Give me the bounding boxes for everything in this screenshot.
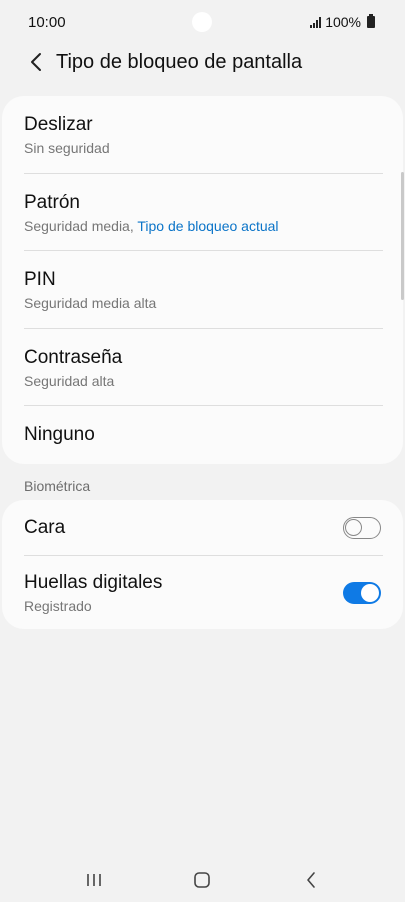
fingerprint-toggle[interactable]	[343, 581, 381, 604]
lock-option-subtitle-text: Seguridad media,	[24, 217, 138, 234]
biometric-item-fingerprint[interactable]: Huellas digitales Registrado	[2, 556, 403, 629]
lock-option-contrasena[interactable]: Contraseña Seguridad alta	[2, 329, 403, 407]
lock-option-title: Deslizar	[24, 114, 93, 136]
camera-cutout	[192, 12, 212, 32]
status-time: 10:00	[28, 13, 66, 31]
biometric-text: Cara	[24, 516, 65, 540]
page-title: Tipo de bloqueo de pantalla	[56, 50, 303, 73]
lock-option-subtitle: Sin seguridad	[24, 140, 110, 157]
lock-option-patron[interactable]: Patrón Seguridad media, Tipo de bloqueo …	[2, 174, 403, 252]
lock-option-subtitle: Seguridad media alta	[24, 295, 157, 312]
recents-icon	[87, 874, 101, 886]
toggle-knob	[361, 583, 379, 602]
biometric-subtitle: Registrado	[24, 598, 92, 614]
back-button[interactable]	[16, 44, 56, 80]
battery-icon	[367, 14, 375, 28]
biometric-item-face[interactable]: Cara	[2, 500, 403, 556]
lock-option-title: PIN	[24, 269, 56, 291]
home-icon	[194, 872, 211, 888]
nav-back-button[interactable]	[281, 862, 341, 898]
biometric-text: Huellas digitales Registrado	[24, 571, 162, 614]
biometrics-list: Cara Huellas digitales Registrado	[2, 500, 403, 629]
back-icon	[307, 872, 315, 888]
lock-option-title: Contraseña	[24, 346, 123, 368]
lock-option-pin[interactable]: PIN Seguridad media alta	[2, 251, 403, 329]
chevron-left-icon	[31, 53, 41, 71]
lock-option-ninguno[interactable]: Ninguno	[2, 406, 403, 464]
recents-button[interactable]	[64, 862, 124, 898]
section-header-biometrics: Biométrica	[24, 478, 91, 494]
home-button[interactable]	[172, 862, 232, 898]
lock-option-title: Ninguno	[24, 424, 95, 445]
toggle-knob	[345, 519, 362, 536]
lock-type-list: Deslizar Sin seguridad Patrón Seguridad …	[2, 96, 403, 464]
biometric-title: Huellas digitales	[24, 572, 163, 593]
lock-option-subtitle: Seguridad alta	[24, 372, 115, 389]
scrollbar[interactable]	[401, 172, 404, 300]
face-toggle[interactable]	[343, 517, 381, 539]
current-lock-label: Tipo de bloqueo actual	[137, 217, 279, 234]
signal-icon	[310, 16, 322, 28]
app-header: Tipo de bloqueo de pantalla	[0, 44, 405, 80]
phone-screen: 10:00 100% Tipo de bloqueo de pantalla D…	[0, 0, 405, 902]
navigation-bar	[0, 858, 405, 902]
lock-option-subtitle: Seguridad media, Tipo de bloqueo actual	[24, 218, 381, 234]
biometric-title: Cara	[24, 517, 66, 538]
status-indicators: 100%	[310, 14, 375, 30]
battery-percent: 100%	[325, 14, 361, 30]
lock-option-title: Patrón	[24, 191, 80, 213]
lock-option-deslizar[interactable]: Deslizar Sin seguridad	[2, 96, 403, 174]
